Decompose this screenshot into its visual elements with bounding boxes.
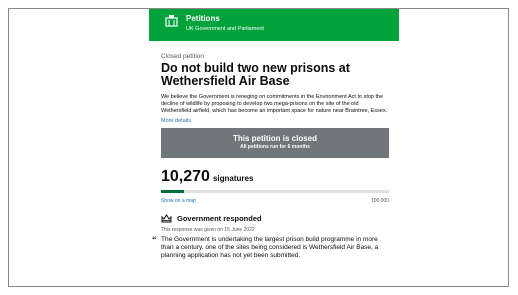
signature-progress-fill bbox=[161, 190, 185, 193]
petition-content: Closed petition Do not build two new pri… bbox=[152, 53, 389, 260]
signature-progress-bar bbox=[161, 190, 389, 193]
show-on-map-link[interactable]: Show on a map bbox=[161, 198, 196, 204]
government-response-heading: Government responded bbox=[161, 214, 389, 223]
closed-banner-title: This petition is closed bbox=[232, 134, 317, 143]
closed-banner: This petition is closed All petitions ru… bbox=[161, 128, 389, 158]
petition-description: We believe the Government is reneging on… bbox=[161, 94, 388, 114]
browser-viewport: Petitions UK Government and Parliament C… bbox=[8, 8, 509, 287]
crown-icon bbox=[161, 214, 172, 223]
signature-label: signatures bbox=[212, 174, 254, 183]
more-details-link[interactable]: More details bbox=[161, 118, 389, 124]
government-response-title: Government responded bbox=[177, 214, 262, 223]
signature-target: 100,000 bbox=[370, 198, 389, 204]
petition-title: Do not build two new prisons at Wethersf… bbox=[161, 61, 350, 88]
petition-status-caption: Closed petition bbox=[161, 53, 204, 60]
site-title[interactable]: Petitions bbox=[186, 14, 220, 23]
closed-banner-subtitle: All petitions run for 6 months bbox=[240, 144, 310, 150]
response-date: This response was given on 15 June 2022 bbox=[161, 227, 255, 233]
signature-meta-row: Show on a map 100,000 bbox=[161, 198, 389, 204]
response-quote-text: The Government is undertaking the larges… bbox=[161, 236, 379, 259]
crest-icon bbox=[165, 15, 178, 27]
quote-mark-icon: “ bbox=[152, 235, 157, 245]
signature-count-row: 10,270 signatures bbox=[161, 168, 389, 186]
site-header: Petitions UK Government and Parliament bbox=[149, 9, 399, 41]
signature-count: 10,270 bbox=[161, 168, 210, 185]
response-quote: “ The Government is undertaking the larg… bbox=[152, 235, 389, 260]
site-subtitle: UK Government and Parliament bbox=[186, 26, 264, 32]
